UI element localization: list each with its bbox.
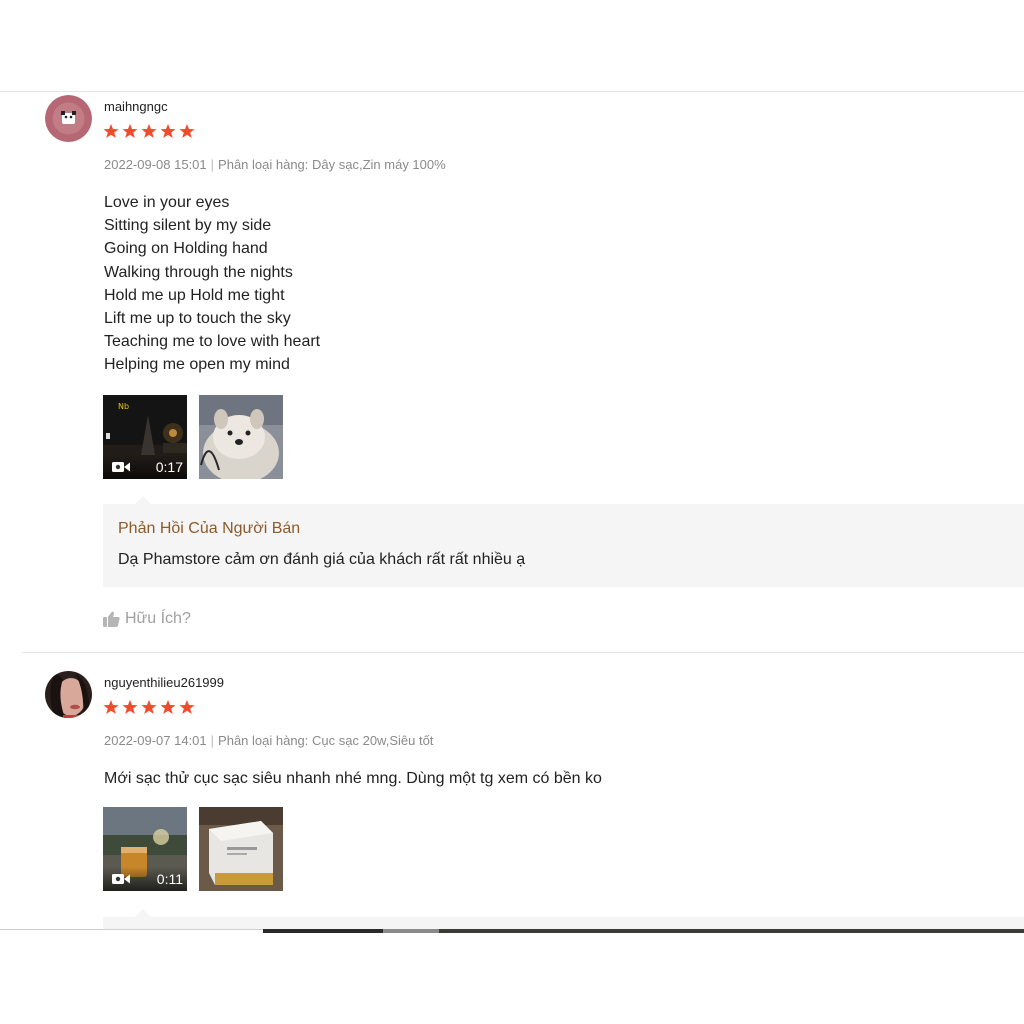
- video-thumbnail[interactable]: Nb 0:17: [103, 395, 187, 479]
- page-bottom-blank: [0, 933, 1024, 1024]
- review-meta: 2022-09-07 14:01 | Phân loại hàng: Cục sạc…: [104, 733, 433, 748]
- reviewer-username[interactable]: maihngngc: [104, 99, 168, 114]
- content-line: Mới sạc thử cục sạc siêu nhanh nhé mng. …: [104, 770, 602, 787]
- helpful-button[interactable]: Hữu Ích?: [103, 610, 191, 628]
- star-icon: [179, 700, 195, 714]
- seller-reply-text: Dạ Phamstore cảm ơn đánh giá của khách r…: [118, 551, 526, 568]
- review-date: 2022-09-07 14:01: [104, 733, 207, 748]
- star-icon: [160, 700, 176, 714]
- video-camera-icon: [112, 874, 130, 884]
- star-icon: [179, 124, 195, 138]
- star-icon: [122, 700, 138, 714]
- review-content: Mới sạc thử cục sạc siêu nhanh nhé mng. …: [104, 767, 602, 790]
- content-line: Walking through the nights: [104, 263, 293, 281]
- seller-reply-caret: [135, 496, 151, 504]
- content-line: Going on Holding hand: [104, 240, 268, 258]
- seller-reply-title: Phản Hồi Của Người Bán: [118, 520, 301, 537]
- meta-separator: |: [210, 733, 215, 748]
- video-watermark: Nb: [118, 402, 129, 411]
- review-variation: Phân loại hàng: Cục sạc 20w,Siêu tốt: [218, 733, 434, 748]
- content-line: Teaching me to love with heart: [104, 333, 321, 351]
- content-line: Sitting silent by my side: [104, 217, 272, 235]
- thumbs-up-icon: [103, 611, 120, 627]
- reviewer-username[interactable]: nguyenthilieu261999: [104, 675, 224, 690]
- video-camera-icon: [112, 462, 130, 472]
- review-content: Love in your eyes Sitting silent by my s…: [104, 191, 320, 377]
- video-thumbnail[interactable]: 0:11: [103, 807, 187, 891]
- review-variation: Phân loại hàng: Dây sạc,Zin máy 100%: [218, 157, 446, 172]
- avatar[interactable]: [45, 95, 92, 142]
- star-icon: [103, 700, 119, 714]
- image-thumbnail[interactable]: [199, 807, 283, 891]
- video-duration: 0:11: [156, 871, 183, 887]
- rating-stars: [103, 699, 195, 715]
- seller-reply: [103, 909, 1024, 929]
- video-duration: 0:17: [155, 459, 183, 475]
- review-media: Nb 0:17: [103, 395, 283, 479]
- meta-separator: |: [210, 157, 215, 172]
- star-icon: [141, 700, 157, 714]
- content-line: Helping me open my mind: [104, 356, 290, 374]
- review-meta: 2022-09-08 15:01 | Phân loại hàng: Dây sạc…: [104, 157, 446, 172]
- rating-stars: [103, 123, 195, 139]
- review-date: 2022-09-08 15:01: [104, 157, 207, 172]
- review-list-page: maihngngc 2022-09-08 15:01 | Phân loại hàn…: [0, 0, 1024, 1024]
- seller-reply-caret: [135, 909, 151, 917]
- content-line: Love in your eyes: [104, 194, 230, 211]
- helpful-label: Hữu Ích?: [125, 610, 191, 627]
- star-icon: [160, 124, 176, 138]
- star-icon: [122, 124, 138, 138]
- image-thumbnail[interactable]: [199, 395, 283, 479]
- star-icon: [103, 124, 119, 138]
- star-icon: [141, 124, 157, 138]
- content-line: Hold me up Hold me tight: [104, 286, 285, 304]
- content-line: Lift me up to touch the sky: [104, 310, 291, 328]
- top-divider: [0, 91, 1024, 92]
- avatar[interactable]: [45, 671, 92, 718]
- seller-reply: Phản Hồi Của Người Bán Dạ Phamstore cảm …: [103, 496, 1024, 587]
- review-media: 0:11: [103, 807, 283, 891]
- review-divider: [22, 652, 1024, 653]
